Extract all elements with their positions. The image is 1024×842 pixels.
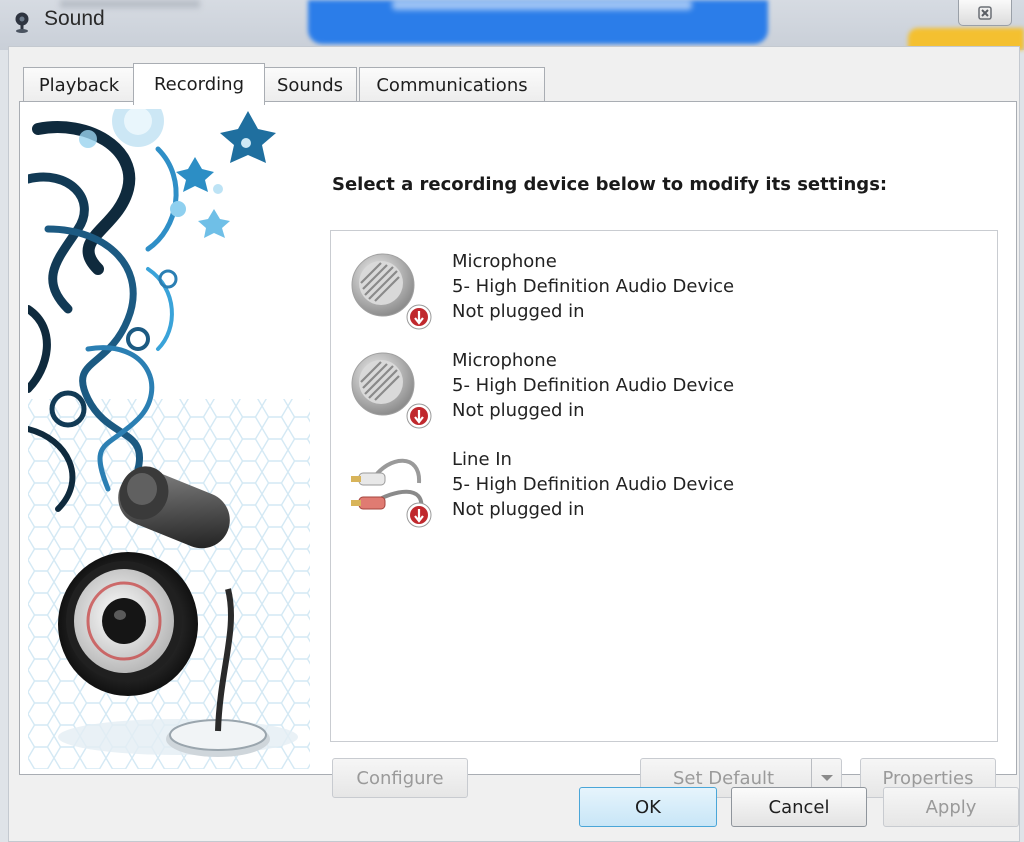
- device-driver: 5- High Definition Audio Device: [452, 375, 735, 396]
- device-driver: 5- High Definition Audio Device: [452, 474, 735, 495]
- device-driver: 5- High Definition Audio Device: [452, 276, 735, 297]
- button-label: Set Default: [673, 767, 775, 789]
- button-label: Properties: [882, 767, 974, 789]
- line-in-cable-icon: [349, 449, 435, 531]
- device-name: Line In: [452, 449, 512, 470]
- list-item-device-microphone-1[interactable]: Microphone 5- High Definition Audio Devi…: [349, 249, 969, 341]
- recording-device-list[interactable]: Microphone 5- High Definition Audio Devi…: [330, 230, 998, 742]
- apply-button[interactable]: Apply: [883, 787, 1019, 827]
- tab-playback[interactable]: Playback: [23, 67, 135, 103]
- device-text: Microphone 5- High Definition Audio Devi…: [452, 249, 734, 324]
- device-status: Not plugged in: [452, 400, 585, 421]
- device-text: Microphone 5- High Definition Audio Devi…: [452, 348, 734, 423]
- tab-label: Sounds: [276, 75, 344, 96]
- button-label: Cancel: [768, 796, 830, 818]
- microphone-icon: [349, 350, 435, 432]
- tab-label: Playback: [38, 75, 120, 96]
- close-button[interactable]: [958, 0, 1012, 26]
- configure-button[interactable]: Configure: [332, 758, 468, 798]
- not-plugged-in-badge-icon: [406, 304, 432, 330]
- tab-communications[interactable]: Communications: [359, 67, 545, 103]
- device-text: Line In 5- High Definition Audio Device …: [452, 447, 734, 522]
- window-title: Sound: [44, 7, 105, 30]
- device-status: Not plugged in: [452, 499, 585, 520]
- dialog-client-area: Playback Recording Sounds Communications: [8, 46, 1020, 842]
- title-bar[interactable]: Sound: [4, 0, 1024, 46]
- close-icon: [978, 5, 992, 20]
- device-name: Microphone: [452, 350, 557, 371]
- chevron-down-icon: [820, 775, 833, 781]
- list-item-device-line-in[interactable]: Line In 5- High Definition Audio Device …: [349, 447, 969, 539]
- sound-dialog: Sound Playback Recording Sounds Communic…: [4, 0, 1024, 842]
- tab-label: Recording: [153, 74, 245, 95]
- device-name: Microphone: [452, 251, 557, 272]
- microphone-icon: [349, 251, 435, 333]
- not-plugged-in-badge-icon: [406, 403, 432, 429]
- decorative-artwork: [28, 109, 310, 769]
- list-item-device-microphone-2[interactable]: Microphone 5- High Definition Audio Devi…: [349, 348, 969, 440]
- button-label: Configure: [356, 767, 444, 789]
- tab-sounds[interactable]: Sounds: [263, 67, 357, 103]
- device-status: Not plugged in: [452, 301, 585, 322]
- tab-recording[interactable]: Recording: [133, 63, 265, 105]
- button-label: Apply: [925, 796, 977, 818]
- not-plugged-in-badge-icon: [406, 502, 432, 528]
- ok-button[interactable]: OK: [579, 787, 717, 827]
- cancel-button[interactable]: Cancel: [731, 787, 867, 827]
- instruction-text: Select a recording device below to modif…: [332, 174, 888, 195]
- recording-tab-panel: Select a recording device below to modif…: [19, 101, 1017, 798]
- button-label: OK: [635, 796, 661, 818]
- speaker-icon: [10, 10, 34, 34]
- tab-label: Communications: [376, 75, 528, 96]
